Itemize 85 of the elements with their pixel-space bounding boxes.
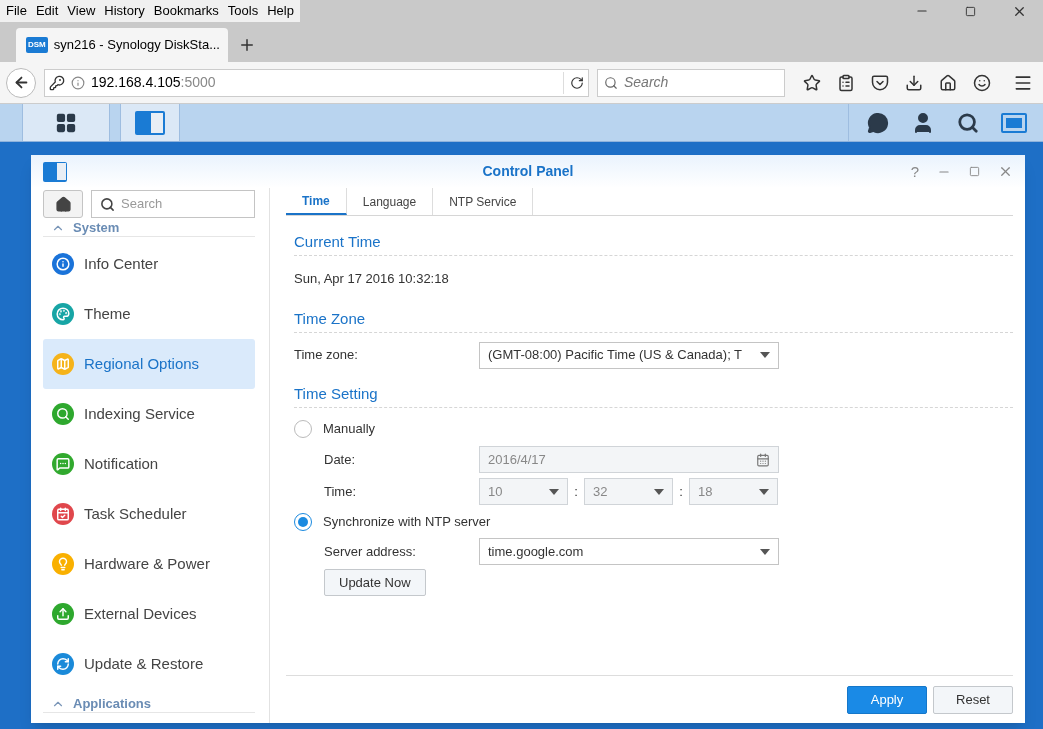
chat-icon[interactable] — [867, 111, 889, 134]
caret-icon — [759, 488, 769, 495]
refresh-icon — [52, 653, 74, 675]
caret-icon — [654, 488, 664, 495]
server-address-dropdown[interactable]: time.google.com — [479, 538, 779, 565]
calendar-check-icon — [52, 503, 74, 525]
field-label: Server address: — [324, 542, 417, 561]
back-button[interactable] — [6, 67, 36, 98]
caret-icon — [760, 548, 770, 555]
sidebar-item[interactable]: Indexing Service — [43, 389, 255, 439]
control-panel-taskbar-button[interactable] — [120, 104, 180, 141]
info-icon — [52, 253, 74, 275]
time-separator: : — [573, 482, 579, 501]
menu-item[interactable]: Bookmarks — [153, 1, 219, 21]
apply-button[interactable]: Apply — [847, 685, 927, 714]
upload-icon — [52, 603, 74, 625]
palette-icon — [52, 303, 74, 325]
main-menu-button[interactable] — [22, 104, 110, 141]
field-label: Time: — [324, 482, 358, 501]
menu-item[interactable]: Tools — [227, 1, 259, 21]
window-title: Control Panel — [482, 162, 574, 181]
tab[interactable]: Language — [346, 188, 434, 215]
chat-bubble-icon — [52, 453, 74, 475]
home-icon[interactable] — [939, 73, 957, 92]
reset-button[interactable]: Reset — [933, 685, 1013, 714]
key-icon — [49, 74, 65, 91]
section-heading: Time Zone — [294, 309, 366, 330]
sidebar-item[interactable]: External Devices — [43, 589, 255, 639]
control-panel-icon — [43, 161, 67, 182]
sidebar-item[interactable]: Info Center — [43, 239, 255, 289]
section-heading: Current Time — [294, 232, 381, 253]
menu-item[interactable]: Edit — [35, 1, 59, 21]
grid-icon — [55, 111, 77, 134]
search-field[interactable]: Search — [597, 68, 785, 97]
sidebar-item[interactable]: Task Scheduler — [43, 489, 255, 539]
url-text: 192.168.4.105:5000 — [91, 73, 216, 92]
lightbulb-icon — [52, 553, 74, 575]
reading-list-icon[interactable] — [837, 73, 855, 92]
radio-label: Synchronize with NTP server — [323, 513, 491, 532]
sidebar-item[interactable]: Theme — [43, 289, 255, 339]
pocket-icon[interactable] — [871, 73, 889, 92]
search-icon — [52, 403, 74, 425]
search-icon — [100, 196, 115, 212]
menu-item[interactable]: History — [104, 1, 145, 21]
menu-item[interactable]: File — [6, 1, 27, 21]
caret-icon — [760, 352, 770, 358]
home-button[interactable] — [43, 190, 83, 218]
search-icon[interactable] — [957, 111, 979, 134]
search-icon — [604, 75, 618, 90]
sidebar-item[interactable]: Regional Options — [43, 339, 255, 389]
radio-button[interactable] — [294, 513, 312, 531]
download-icon[interactable] — [905, 73, 923, 92]
smiley-icon[interactable] — [973, 73, 991, 92]
section-header[interactable]: Applications — [73, 693, 151, 714]
section-heading: Time Setting — [294, 384, 378, 405]
time-zone-dropdown[interactable]: (GMT-08:00) Pacific Time (US & Canada); T — [479, 341, 779, 369]
sidebar-item[interactable]: Hardware & Power — [43, 539, 255, 589]
maximize-icon[interactable] — [969, 166, 980, 177]
widgets-icon[interactable] — [1001, 112, 1027, 133]
field-label: Time zone: — [294, 346, 359, 365]
info-icon — [71, 75, 85, 90]
caret-icon — [549, 488, 559, 495]
new-tab-icon[interactable] — [238, 36, 256, 54]
reload-icon[interactable] — [570, 75, 584, 90]
address-field[interactable]: 192.168.4.105:5000 — [44, 68, 589, 97]
tab[interactable]: Time — [286, 188, 347, 215]
favicon-icon: DSM — [26, 37, 48, 53]
menu-item[interactable]: Help — [267, 1, 294, 21]
sidebar-item[interactable]: Update & Restore — [43, 639, 255, 689]
home-icon — [54, 195, 72, 213]
menu-item[interactable]: View — [67, 1, 96, 21]
radio-button[interactable] — [294, 420, 312, 438]
close-icon[interactable] — [998, 164, 1013, 179]
maximize-icon[interactable] — [965, 5, 976, 17]
field-label: Date: — [324, 450, 357, 469]
tab[interactable]: NTP Service — [433, 188, 534, 215]
sidebar-item[interactable]: Notification — [43, 439, 255, 489]
radio-label: Manually — [323, 420, 376, 439]
bookmark-star-icon[interactable] — [803, 73, 821, 92]
update-now-button[interactable]: Update Now — [324, 569, 426, 596]
time-separator: : — [678, 482, 684, 501]
map-icon — [52, 353, 74, 375]
current-time-text: Sun, Apr 17 2016 10:32:18 — [294, 270, 450, 288]
tab-title: syn216 - Synology DiskSta... — [53, 36, 220, 55]
browser-tab[interactable]: DSM syn216 - Synology DiskSta... — [16, 28, 228, 62]
